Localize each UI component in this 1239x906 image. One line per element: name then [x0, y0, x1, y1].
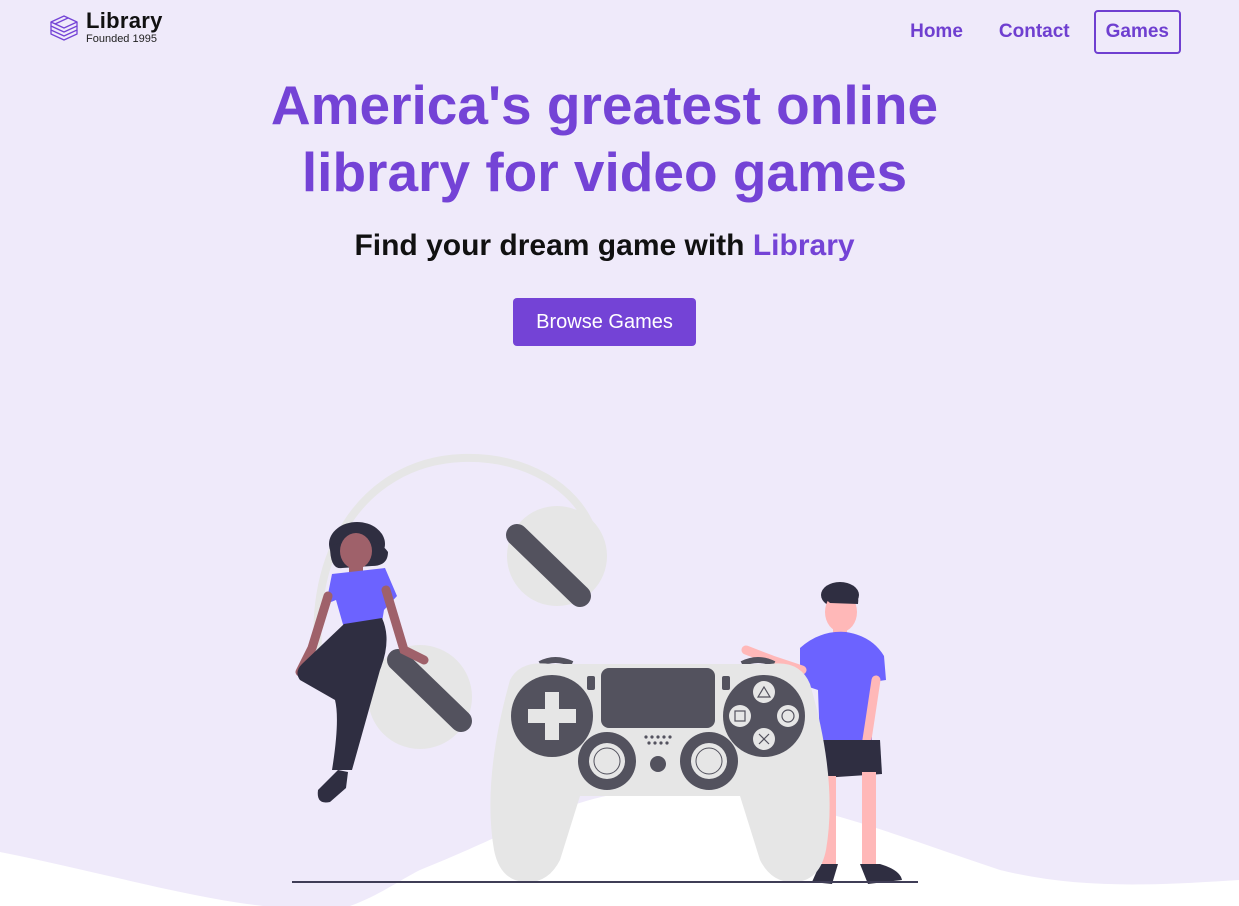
- headphones-cup-right: [507, 506, 607, 606]
- gamers-with-controller-illustration: [0, 453, 1239, 906]
- bottom-wave-shape: [0, 852, 350, 906]
